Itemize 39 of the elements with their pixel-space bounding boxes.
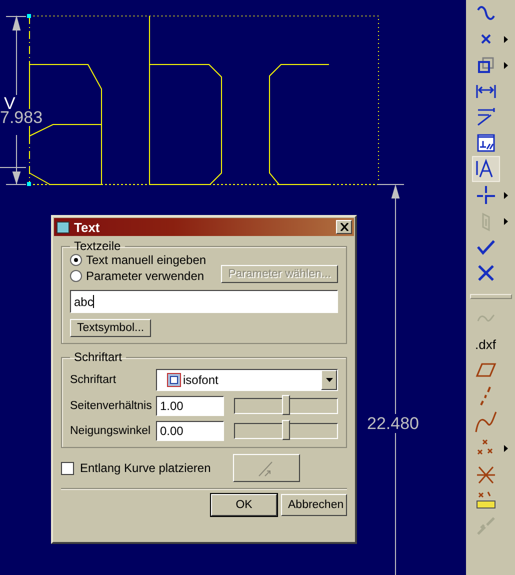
flyout-arrow-icon (504, 62, 508, 68)
flyout-arrow-icon (504, 192, 508, 198)
field-label: Seitenverhältnis (70, 400, 152, 412)
flyout-arrow-icon (504, 36, 508, 42)
note-icon (474, 132, 496, 154)
font-icon (167, 373, 181, 387)
slider-handle[interactable] (282, 420, 290, 440)
radio-option[interactable]: Text manuell eingeben (70, 253, 206, 267)
dimension-value: 7.983 (0, 109, 43, 126)
pointsbar-icon (474, 489, 496, 511)
radio-option[interactable]: Parameter verwenden (70, 269, 206, 283)
group-title: Schriftart (73, 350, 124, 364)
checkbox-option[interactable]: Entlang Kurve platzieren (61, 461, 211, 475)
leader-icon (474, 106, 496, 128)
slider-handle[interactable] (282, 395, 290, 415)
flyout-arrow-icon (504, 218, 508, 224)
dimension-value: 22.480 (366, 414, 420, 433)
corner-icon (474, 184, 496, 206)
cancel-button[interactable]: Abbrechen (281, 494, 347, 516)
group-title: Textzeile (73, 239, 122, 253)
close-icon (340, 223, 348, 231)
text-input-field[interactable]: abc (70, 290, 338, 313)
field-label: Neigungswinkel (70, 425, 152, 437)
aspect-ratio-field[interactable]: 1.00 (156, 396, 224, 416)
dropdown-arrow-icon (326, 378, 332, 382)
chain-icon (474, 515, 496, 537)
font-dropdown[interactable]: isofont (156, 369, 338, 391)
dimension-symbol: V (4, 95, 16, 112)
curve-icon (474, 411, 496, 433)
slant-angle-field[interactable]: 0.00 (156, 421, 224, 441)
pick-curve-button[interactable] (232, 454, 300, 482)
close-button[interactable] (336, 220, 352, 234)
flyout-arrow-icon (504, 444, 508, 452)
dxf-tool-button[interactable]: .dxf (472, 331, 512, 357)
ok-button[interactable]: OK (211, 494, 277, 516)
text-symbol-button[interactable]: Textsymbol... (70, 319, 152, 337)
window-title: Text (74, 220, 101, 234)
window-icon (56, 220, 70, 234)
field-label: Schriftart (70, 374, 118, 386)
